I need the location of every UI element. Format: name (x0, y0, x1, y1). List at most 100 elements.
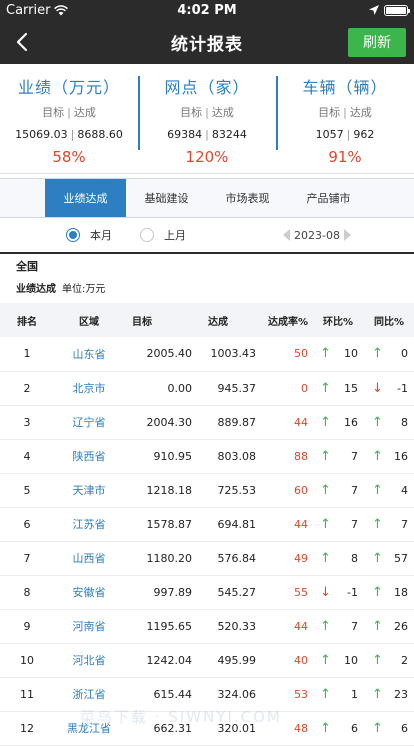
header-target: 目标 (132, 316, 152, 328)
table-body: 1 山东省 2005.40 1003.43 50 ↑ 10 ↑ 0 2 北京市 0.00 945.37 0… (0, 337, 414, 745)
header-actual: 达成 (208, 316, 228, 328)
cell-area[interactable]: 江苏省 (54, 507, 124, 541)
cell-actual: 324.06 (217, 687, 257, 701)
back-button[interactable] (0, 20, 44, 64)
next-month-icon[interactable] (343, 229, 351, 241)
cell-rate: 49 (294, 551, 308, 565)
mom-value: 16 (344, 415, 358, 429)
table-row[interactable]: 8 安徽省 997.89 545.27 55 ↓ -1 ↑ 18 (0, 575, 414, 609)
cell-rate: 55 (294, 585, 308, 599)
radio-unselected-icon (140, 228, 154, 242)
table-row[interactable]: 1 山东省 2005.40 1003.43 50 ↑ 10 ↑ 0 (0, 337, 414, 371)
cell-area[interactable]: 山东省 (54, 337, 124, 371)
cell-yoy: ↑ 8 (364, 405, 414, 439)
cell-mom: ↑ 7 (312, 473, 364, 507)
cell-rank: 11 (20, 687, 34, 701)
arrow-up-icon: ↑ (320, 516, 331, 532)
cell-rank: 9 (23, 619, 31, 633)
filter-bar: 本月 上月 2023-08 (0, 218, 414, 252)
tab-distribution[interactable]: 产品铺市 (288, 179, 369, 217)
table-row[interactable]: 11 浙江省 615.44 324.06 53 ↑ 1 ↑ 23 (0, 677, 414, 711)
wifi-icon (54, 4, 69, 15)
mom-value: 7 (351, 449, 358, 463)
table-row[interactable]: 12 黑龙江省 662.31 320.01 48 ↑ 6 ↑ 6 (0, 711, 414, 745)
cell-actual: 576.84 (217, 551, 257, 565)
cell-area[interactable]: 辽宁省 (54, 405, 124, 439)
cell-area[interactable]: 山西省 (54, 541, 124, 575)
yoy-value: 23 (394, 687, 408, 701)
tab-infrastructure[interactable]: 基础建设 (126, 179, 207, 217)
arrow-up-icon: ↑ (320, 720, 331, 736)
cell-rate: 44 (294, 619, 308, 633)
cell-area[interactable]: 天津市 (54, 473, 124, 507)
cell-rate: 40 (294, 653, 308, 667)
arrow-up-icon: ↑ (320, 380, 331, 396)
cell-rate: 88 (294, 449, 308, 463)
tab-performance[interactable]: 业绩达成 (45, 179, 126, 217)
mom-value: 7 (351, 483, 358, 497)
cell-yoy: ↑ 16 (364, 439, 414, 473)
summary-values: 69384 | 83244 (167, 128, 247, 141)
cell-mom: ↓ -1 (312, 575, 364, 609)
cell-rank: 10 (20, 653, 34, 667)
cell-actual: 545.27 (217, 585, 257, 599)
cell-yoy: ↑ 6 (364, 711, 414, 745)
tab-bar: 业绩达成 基础建设 市场表现 产品铺市 (0, 178, 414, 218)
arrow-up-icon: ↑ (372, 346, 383, 362)
cell-target: 1218.18 (146, 483, 193, 497)
cell-mom: ↑ 7 (312, 609, 364, 643)
cell-area[interactable]: 河南省 (54, 609, 124, 643)
radio-label: 上月 (164, 229, 186, 242)
refresh-button[interactable]: 刷新 (348, 27, 406, 57)
arrow-up-icon: ↑ (372, 482, 383, 498)
month-value[interactable]: 2023-08 (294, 229, 340, 242)
yoy-value: 57 (394, 551, 408, 565)
cell-mom: ↑ 16 (312, 405, 364, 439)
summary-values: 15069.03 | 8688.60 (15, 128, 123, 141)
summary-labels: 目标 | 达成 (180, 106, 234, 119)
summary-values: 1057 | 962 (315, 128, 375, 141)
cell-area[interactable]: 浙江省 (54, 677, 124, 711)
table-row[interactable]: 5 天津市 1218.18 725.53 60 ↑ 7 ↑ 4 (0, 473, 414, 507)
prev-month-icon[interactable] (283, 229, 290, 241)
table-row[interactable]: 3 辽宁省 2004.30 889.87 44 ↑ 16 ↑ 8 (0, 405, 414, 439)
table-row[interactable]: 6 江苏省 1578.87 694.81 44 ↑ 7 ↑ 7 (0, 507, 414, 541)
radio-last-month[interactable]: 上月 (140, 227, 186, 243)
table-row[interactable]: 10 河北省 1242.04 495.99 40 ↑ 10 ↑ 2 (0, 643, 414, 677)
nav-bar: 统计报表 刷新 (0, 20, 414, 64)
cell-area[interactable]: 河北省 (54, 643, 124, 677)
table-row[interactable]: 2 北京市 0.00 945.37 0 ↑ 15 ↓ -1 (0, 371, 414, 405)
cell-yoy: ↑ 18 (364, 575, 414, 609)
cell-target: 910.95 (153, 449, 193, 463)
arrow-up-icon: ↑ (372, 414, 383, 430)
cell-yoy: ↑ 0 (364, 337, 414, 371)
cell-rate: 0 (301, 381, 308, 395)
tab-market[interactable]: 市场表现 (207, 179, 288, 217)
radio-this-month[interactable]: 本月 (66, 227, 112, 243)
arrow-up-icon: ↑ (372, 584, 383, 600)
chevron-left-icon (16, 32, 28, 52)
cell-area[interactable]: 北京市 (54, 371, 124, 405)
unit-label: 单位:万元 (62, 284, 106, 295)
table-row[interactable]: 7 山西省 1180.20 576.84 49 ↑ 8 ↑ 57 (0, 541, 414, 575)
cell-target: 662.31 (153, 721, 193, 735)
cell-area[interactable]: 陕西省 (54, 439, 124, 473)
arrow-up-icon: ↑ (320, 652, 331, 668)
cell-actual: 1003.43 (210, 347, 257, 361)
summary-panel: 业绩（万元） 目标 | 达成 15069.03 | 8688.60 58% 网点（家） … (0, 64, 414, 174)
mom-value: 7 (351, 619, 358, 633)
yoy-value: -1 (397, 381, 408, 395)
status-bar: Carrier 4:02 PM (0, 0, 414, 20)
cell-rank: 2 (23, 381, 31, 395)
summary-title: 业绩（万元） (17, 78, 120, 97)
table-row[interactable]: 9 河南省 1195.65 520.33 44 ↑ 7 ↑ 26 (0, 609, 414, 643)
cell-actual: 725.53 (217, 483, 257, 497)
mom-value: -1 (347, 585, 358, 599)
radio-selected-icon (66, 228, 80, 242)
table-row[interactable]: 4 陕西省 910.95 803.08 88 ↑ 7 ↑ 16 (0, 439, 414, 473)
arrow-up-icon: ↑ (320, 550, 331, 566)
summary-card-vehicles: 车辆（辆） 目标 | 达成 1057 | 962 91% (276, 64, 414, 173)
yoy-value: 2 (401, 653, 408, 667)
cell-area[interactable]: 黑龙江省 (54, 711, 124, 745)
cell-area[interactable]: 安徽省 (54, 575, 124, 609)
